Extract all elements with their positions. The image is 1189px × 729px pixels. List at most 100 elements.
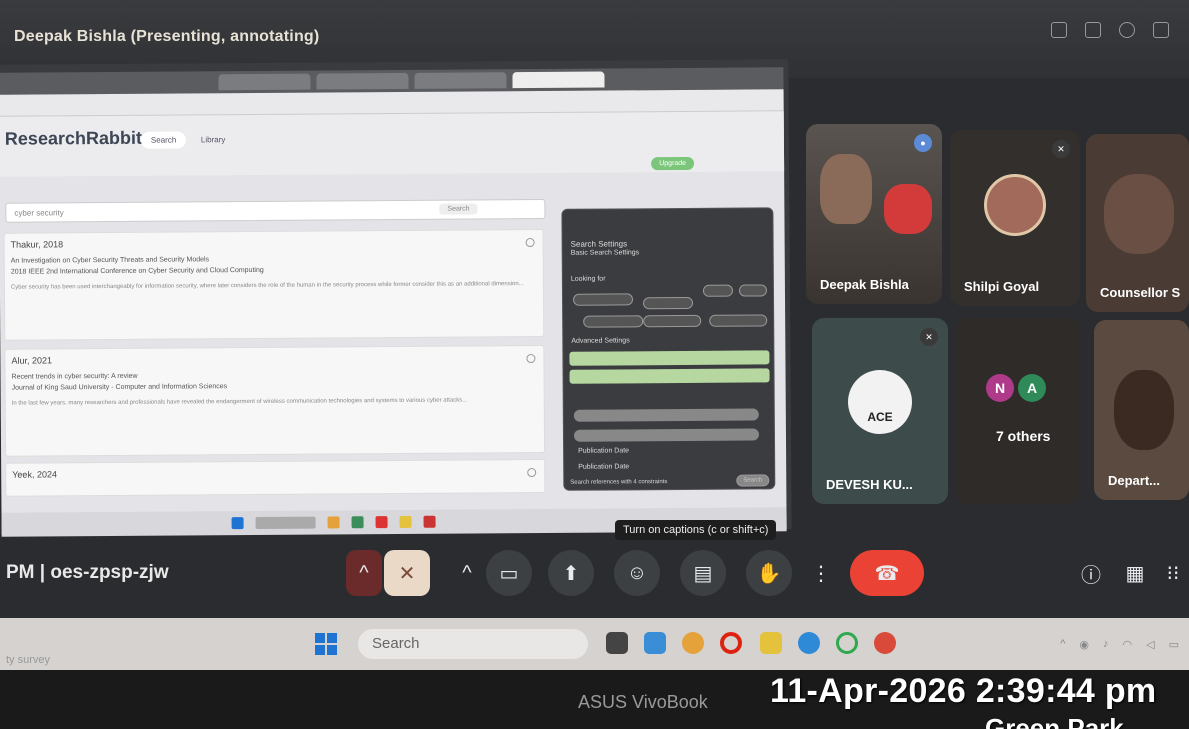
windows-start-icon[interactable]: [315, 633, 337, 655]
advanced-option[interactable]: [569, 368, 770, 384]
browser-tab[interactable]: [316, 72, 409, 90]
extensions-icon[interactable]: [1085, 22, 1101, 38]
chat-button[interactable]: ▦: [1118, 556, 1152, 590]
panel-search-button[interactable]: Search: [736, 474, 770, 487]
researchrabbit-app: ResearchRabbit Search Library Upgrade cy…: [0, 111, 787, 537]
participant-tile[interactable]: Counsellor S: [1086, 134, 1189, 312]
result-author: Thakur, 2018: [10, 239, 64, 250]
filter-chip[interactable]: [572, 293, 634, 306]
camera-button[interactable]: ▭: [486, 550, 532, 596]
present-button[interactable]: ⬆: [548, 550, 594, 596]
app-icon[interactable]: [351, 516, 364, 529]
browser-tab[interactable]: [218, 73, 311, 91]
network-icon[interactable]: ◉: [1079, 638, 1089, 651]
menu-icon[interactable]: [1153, 22, 1169, 38]
participant-name: Depart...: [1108, 473, 1161, 488]
avatar: A: [1018, 374, 1046, 402]
panel-subheading: Basic Search Settings: [570, 249, 640, 257]
info-button[interactable]: ⓘ: [1074, 556, 1108, 590]
info-icon: ⓘ: [1081, 564, 1101, 587]
result-venue: 2018 IEEE 2nd International Conference o…: [10, 266, 264, 276]
app-icon[interactable]: [423, 515, 436, 528]
meeting-code: PM | oes-zpsp-zjw: [6, 562, 169, 583]
leave-call-button[interactable]: ☎: [850, 550, 924, 596]
participant-name: DEVESH KU...: [826, 477, 913, 492]
select-radio[interactable]: [527, 468, 537, 478]
avatar: [984, 174, 1046, 236]
opera-icon[interactable]: [720, 632, 742, 654]
result-card[interactable]: Thakur, 2018 An Investigation on Cyber S…: [3, 228, 545, 341]
result-card[interactable]: Yeek, 2024: [5, 458, 546, 497]
folder-icon[interactable]: [399, 515, 412, 528]
filter-chip[interactable]: [702, 284, 734, 297]
top-right-icons: [1051, 22, 1169, 38]
raise-hand-button[interactable]: ✋: [746, 550, 792, 596]
app-icon[interactable]: [375, 516, 388, 529]
app-icon[interactable]: [644, 632, 666, 654]
edge-icon[interactable]: [798, 632, 820, 654]
volume-icon[interactable]: ◁: [1146, 638, 1154, 651]
others-tile[interactable]: N A 7 others: [956, 318, 1080, 504]
select-radio[interactable]: [525, 238, 535, 248]
shared-screen: ResearchRabbit Search Library Upgrade cy…: [0, 59, 792, 537]
captions-icon: ▤: [693, 562, 713, 585]
filter-chip[interactable]: [643, 296, 694, 310]
filter-chip[interactable]: [738, 284, 768, 297]
wifi-icon[interactable]: ◠: [1123, 638, 1133, 651]
mic-icon[interactable]: ♪: [1103, 638, 1109, 651]
camera-icon: ▭: [499, 562, 519, 585]
mic-toggle-button[interactable]: ✕: [384, 550, 430, 596]
task-view-icon[interactable]: [606, 632, 628, 654]
search-button[interactable]: Search: [439, 203, 478, 215]
advanced-option[interactable]: [569, 350, 770, 366]
chevron-up-icon: ^: [359, 561, 369, 584]
folder-icon[interactable]: [760, 632, 782, 654]
participant-name: Deepak Bishla: [820, 277, 909, 292]
filter-chip[interactable]: [583, 315, 644, 328]
upgrade-button[interactable]: Upgrade: [651, 156, 695, 171]
participant-tile[interactable]: Depart...: [1094, 320, 1189, 500]
filter-field[interactable]: [573, 408, 759, 422]
more-options-button[interactable]: ⋮: [806, 550, 836, 596]
participant-tile[interactable]: ✕ Shilpi Goyal: [950, 130, 1080, 306]
windows-icon[interactable]: [231, 517, 244, 530]
result-abstract: Cyber security has been used interchange…: [10, 281, 524, 291]
mic-off-icon: ✕: [920, 328, 938, 346]
activities-button[interactable]: ⁝⁝: [1158, 556, 1188, 590]
pub-date-label: Publication Date: [578, 447, 630, 455]
search-box-icon[interactable]: [255, 516, 316, 529]
chrome-icon[interactable]: [874, 632, 896, 654]
grid-icon: ⁝⁝: [1166, 562, 1180, 585]
chat-icon: ▦: [1125, 562, 1145, 585]
copilot-icon[interactable]: [682, 632, 704, 654]
app-icon[interactable]: [327, 516, 340, 529]
battery-icon[interactable]: ▭: [1169, 638, 1179, 651]
more-vert-icon: ⋮: [811, 562, 831, 585]
participant-tile[interactable]: ACE ✕ DEVESH KU...: [812, 318, 948, 504]
star-icon[interactable]: [1051, 22, 1067, 38]
filter-field[interactable]: [573, 428, 760, 442]
taskbar-search-input[interactable]: Search: [358, 629, 588, 659]
audio-options-button[interactable]: ^: [346, 550, 382, 596]
captions-button[interactable]: ▤: [680, 550, 726, 596]
looking-for-label: Looking for: [570, 275, 606, 283]
browser-tab[interactable]: [414, 72, 507, 89]
captions-tooltip: Turn on captions (c or shift+c): [615, 520, 777, 540]
profile-icon[interactable]: [1119, 22, 1135, 38]
participant-tile[interactable]: ● Deepak Bishla: [806, 124, 942, 304]
select-radio[interactable]: [526, 354, 536, 364]
whatsapp-icon[interactable]: [836, 632, 858, 654]
tab-search[interactable]: Search: [140, 131, 187, 149]
participant-video: [1114, 370, 1174, 450]
filter-chip[interactable]: [643, 314, 702, 328]
result-card[interactable]: Alur, 2021 Recent trends in cyber securi…: [4, 344, 546, 457]
sticker-icon: [884, 184, 932, 234]
chevron-up-icon[interactable]: ^: [1060, 638, 1065, 651]
emoji-button[interactable]: ☺: [614, 550, 660, 596]
filter-chip[interactable]: [709, 314, 768, 327]
result-title: An Investigation on Cyber Security Threa…: [10, 256, 210, 265]
rr-logo: ResearchRabbit: [4, 127, 143, 149]
tab-library[interactable]: Library: [191, 131, 236, 148]
browser-tab[interactable]: [512, 71, 605, 89]
video-options-button[interactable]: ^: [452, 550, 482, 596]
